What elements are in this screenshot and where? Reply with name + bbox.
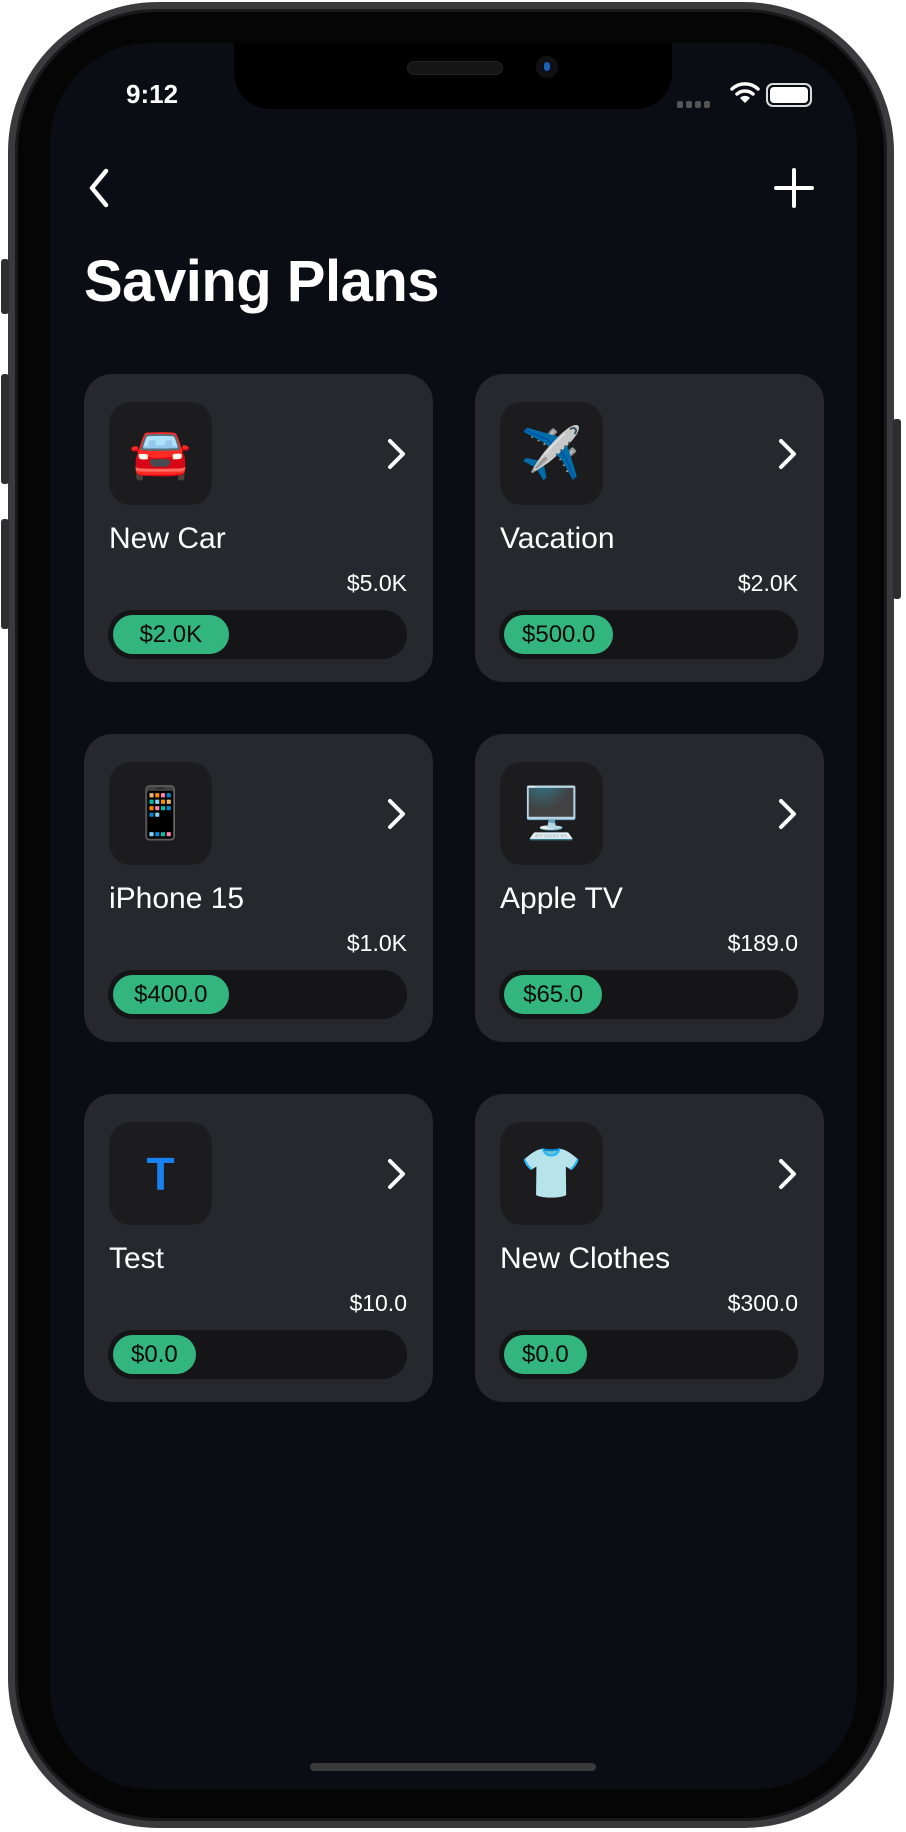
- plan-icon-glyph: 🖥️: [520, 784, 583, 842]
- screen: 9:12 Saving Plans 🚘 New Car $5.0K $2.0K …: [50, 43, 857, 1789]
- letter-t-icon: T: [109, 1122, 212, 1225]
- status-time: 9:12: [126, 79, 179, 109]
- plan-card-vacation[interactable]: ✈️ Vacation $2.0K $500.0: [475, 374, 824, 682]
- notch: [234, 43, 672, 109]
- phone-icon: 📱: [109, 762, 212, 865]
- plan-name: New Car: [109, 522, 226, 555]
- progress-track: $0.0: [499, 1330, 798, 1379]
- chevron-right-icon[interactable]: [383, 796, 409, 832]
- power-button: [893, 419, 901, 599]
- progress-fill-saved-amount: $0.0: [504, 1335, 587, 1374]
- chevron-right-icon[interactable]: [774, 1156, 800, 1192]
- desktop-icon: 🖥️: [500, 762, 603, 865]
- plan-target-amount: $300.0: [727, 1290, 798, 1316]
- camera: [536, 56, 558, 78]
- progress-fill-saved-amount: $65.0: [504, 975, 603, 1014]
- progress-fill-saved-amount: $0.0: [113, 1335, 196, 1374]
- speaker: [407, 61, 503, 75]
- plan-target-amount: $5.0K: [346, 570, 407, 596]
- plan-icon-glyph: ✈️: [520, 424, 583, 482]
- progress-fill-saved-amount: $500.0: [504, 615, 614, 654]
- chevron-right-icon[interactable]: [774, 436, 800, 472]
- progress-track: $2.0K: [108, 610, 407, 659]
- cellular-signal-icon: [677, 101, 710, 108]
- chevron-right-icon[interactable]: [774, 796, 800, 832]
- add-plan-button[interactable]: [772, 166, 816, 210]
- plan-target-amount: $189.0: [727, 930, 798, 956]
- home-indicator[interactable]: [310, 1763, 596, 1771]
- progress-fill-saved-amount: $400.0: [113, 975, 229, 1014]
- plan-icon-glyph: 🚘: [129, 424, 192, 482]
- mute-switch: [1, 259, 9, 314]
- page-title: Saving Plans: [84, 249, 440, 314]
- car-icon: 🚘: [109, 402, 212, 505]
- wifi-icon: [730, 82, 760, 103]
- plan-target-amount: $1.0K: [346, 930, 407, 956]
- plan-icon-glyph: T: [146, 1147, 175, 1200]
- progress-track: $0.0: [108, 1330, 407, 1379]
- progress-track: $500.0: [499, 610, 798, 659]
- plan-card-iphone-15[interactable]: 📱 iPhone 15 $1.0K $400.0: [84, 734, 433, 1042]
- plan-target-amount: $2.0K: [737, 570, 798, 596]
- plan-card-test[interactable]: T Test $10.0 $0.0: [84, 1094, 433, 1402]
- progress-track: $65.0: [499, 970, 798, 1019]
- chevron-right-icon[interactable]: [383, 436, 409, 472]
- volume-down-button: [1, 519, 9, 629]
- plan-card-new-clothes[interactable]: 👕 New Clothes $300.0 $0.0: [475, 1094, 824, 1402]
- plan-name: Vacation: [500, 522, 615, 555]
- volume-up-button: [1, 374, 9, 484]
- back-button[interactable]: [80, 163, 120, 213]
- battery-icon: [766, 83, 812, 107]
- progress-track: $400.0: [108, 970, 407, 1019]
- plan-card-new-car[interactable]: 🚘 New Car $5.0K $2.0K: [84, 374, 433, 682]
- chevron-right-icon[interactable]: [383, 1156, 409, 1192]
- progress-fill-saved-amount: $2.0K: [113, 615, 229, 654]
- plan-icon-glyph: 📱: [129, 784, 192, 842]
- plan-name: New Clothes: [500, 1242, 671, 1275]
- plan-name: iPhone 15: [109, 882, 245, 915]
- plan-card-apple-tv[interactable]: 🖥️ Apple TV $189.0 $65.0: [475, 734, 824, 1042]
- plans-grid: 🚘 New Car $5.0K $2.0K ✈️ Vacation $2.0K …: [84, 374, 824, 1402]
- airplane-icon: ✈️: [500, 402, 603, 505]
- shirt-icon: 👕: [500, 1122, 603, 1225]
- plan-name: Apple TV: [500, 882, 623, 915]
- plan-icon-glyph: 👕: [520, 1144, 583, 1202]
- plan-name: Test: [109, 1242, 165, 1275]
- plan-target-amount: $10.0: [349, 1290, 407, 1316]
